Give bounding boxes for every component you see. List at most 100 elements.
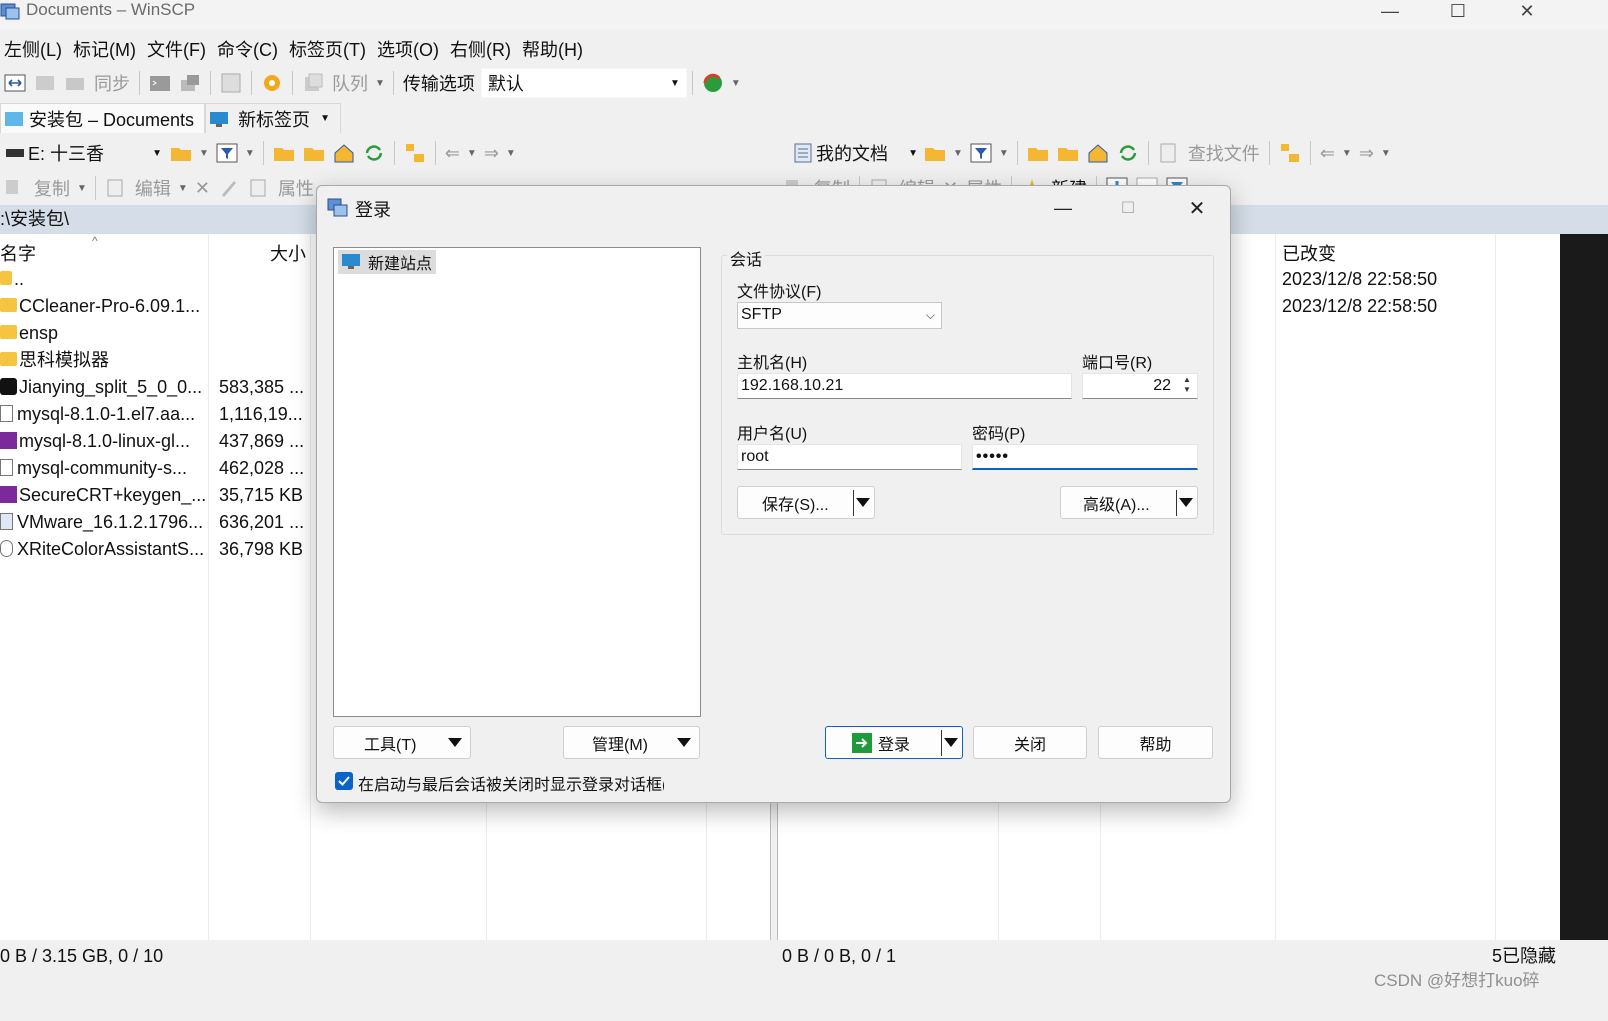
open-dropdown-icon[interactable]: ▼	[199, 148, 209, 159]
sync-globe-dropdown-icon[interactable]: ▼	[731, 78, 741, 89]
site-tree[interactable]: 新建站点	[333, 247, 701, 717]
tab-documents[interactable]: 安装包 – Documents	[0, 103, 206, 133]
transfer-options-select[interactable]: 默认 ▼	[480, 68, 687, 98]
user-field[interactable]: root	[737, 444, 962, 470]
file-row[interactable]: mysql-8.1.0-linux-gl...	[0, 428, 190, 455]
parent-dir-icon[interactable]	[1027, 142, 1049, 164]
forward-dropdown-icon[interactable]: ▼	[1381, 148, 1391, 159]
close-icon[interactable]: ✕	[1497, 0, 1557, 22]
left-properties-button[interactable]: 属性	[278, 175, 314, 201]
left-copy-button[interactable]: 复制	[34, 175, 70, 201]
back-arrow-icon[interactable]: ⇐	[445, 143, 460, 164]
file-row[interactable]: 思科模拟器	[0, 347, 109, 374]
left-drive-select[interactable]: E: 十三香 ▼	[0, 138, 166, 168]
find-files-icon[interactable]	[1158, 142, 1180, 164]
forward-arrow-icon[interactable]: ⇒	[1359, 143, 1374, 164]
close-icon[interactable]: ✕	[1167, 190, 1227, 226]
show-on-startup-checkbox[interactable]	[335, 772, 353, 790]
chevron-down-icon[interactable]	[856, 498, 870, 507]
sync-folder-icon[interactable]	[64, 72, 86, 94]
filter-dropdown-icon[interactable]: ▼	[999, 148, 1009, 159]
copy-icon[interactable]	[4, 177, 26, 199]
site-item-new[interactable]: 新建站点	[338, 250, 437, 274]
filter-icon[interactable]	[970, 142, 992, 164]
sync-button[interactable]: 同步	[94, 70, 130, 96]
root-dir-icon[interactable]	[303, 142, 325, 164]
properties-icon[interactable]	[248, 177, 270, 199]
preferences-gear-icon[interactable]	[261, 72, 283, 94]
tree-icon[interactable]	[1279, 142, 1301, 164]
tools-button[interactable]: 工具(T)	[333, 726, 471, 759]
find-files-button[interactable]: 查找文件	[1188, 140, 1260, 166]
menu-right[interactable]: 右侧(R)	[446, 36, 518, 64]
menu-mark[interactable]: 标记(M)	[69, 36, 143, 64]
delete-icon[interactable]: ✕	[195, 178, 210, 199]
queue-dropdown-icon[interactable]: ▼	[375, 78, 385, 89]
file-row[interactable]: ..	[0, 266, 24, 293]
rename-icon[interactable]	[218, 177, 240, 199]
manage-button[interactable]: 管理(M)	[563, 726, 700, 759]
close-button[interactable]: 关闭	[973, 726, 1087, 759]
back-dropdown-icon[interactable]: ▼	[467, 148, 477, 159]
edit-icon[interactable]	[105, 177, 127, 199]
show-on-startup-label[interactable]: 在启动与最后会话被关闭时显示登录对话框(S	[358, 771, 664, 795]
protocol-select[interactable]: SFTP ⌵	[737, 302, 942, 329]
parent-dir-icon[interactable]	[273, 142, 295, 164]
file-row[interactable]: mysql-community-s...	[0, 455, 187, 482]
chevron-down-icon[interactable]	[944, 738, 958, 747]
left-edit-button[interactable]: 编辑	[135, 175, 171, 201]
maximize-icon[interactable]: ☐	[1428, 0, 1488, 22]
open-dropdown-icon[interactable]: ▼	[953, 148, 963, 159]
login-button[interactable]: 登录	[825, 726, 963, 759]
menu-file[interactable]: 文件(F)	[143, 36, 213, 64]
open-folder-icon[interactable]	[924, 142, 946, 164]
maximize-icon[interactable]: ☐	[1098, 190, 1158, 226]
back-arrow-icon[interactable]: ⇐	[1320, 143, 1335, 164]
root-dir-icon[interactable]	[1057, 142, 1079, 164]
open-folder-icon[interactable]	[170, 142, 192, 164]
queue-button[interactable]: 队列	[332, 70, 368, 96]
sync-browse-icon[interactable]	[34, 72, 56, 94]
home-icon[interactable]	[1087, 142, 1109, 164]
forward-dropdown-icon[interactable]: ▼	[506, 148, 516, 159]
file-row[interactable]: SecureCRT+keygen_...	[0, 482, 206, 509]
host-field[interactable]: 192.168.10.21	[737, 373, 1072, 399]
refresh-icon[interactable]	[1117, 142, 1139, 164]
filter-icon[interactable]	[216, 142, 238, 164]
chevron-down-icon[interactable]	[1179, 498, 1193, 507]
help-button[interactable]: 帮助	[1098, 726, 1213, 759]
save-button[interactable]: 保存(S)...	[737, 486, 875, 519]
password-field[interactable]: •••••	[972, 444, 1198, 470]
file-row[interactable]: VMware_16.1.2.1796...	[0, 509, 203, 536]
console-icon[interactable]	[149, 72, 171, 94]
file-row[interactable]: mysql-8.1.0-1.el7.aa...	[0, 401, 195, 428]
refresh-queue-icon[interactable]	[220, 72, 242, 94]
minimize-icon[interactable]: —	[1360, 0, 1420, 22]
home-icon[interactable]	[333, 142, 355, 164]
back-dropdown-icon[interactable]: ▼	[1342, 148, 1352, 159]
advanced-button[interactable]: 高级(A)...	[1060, 486, 1198, 519]
file-row[interactable]: XRiteColorAssistantS...	[0, 536, 204, 563]
column-header-name[interactable]: 名字	[0, 240, 36, 266]
compare-dirs-icon[interactable]	[4, 72, 26, 94]
column-header-modified[interactable]: 已改变	[1282, 240, 1336, 266]
menu-help[interactable]: 帮助(H)	[518, 36, 590, 64]
forward-arrow-icon[interactable]: ⇒	[484, 143, 499, 164]
filter-dropdown-icon[interactable]: ▼	[245, 148, 255, 159]
file-row[interactable]: Jianying_split_5_0_0...	[0, 374, 202, 401]
tree-icon[interactable]	[404, 142, 426, 164]
sync-globe-icon[interactable]	[702, 72, 724, 94]
column-header-size[interactable]: 大小	[270, 240, 306, 266]
port-spinner-icon[interactable]: ▲ ▼	[1179, 375, 1195, 397]
queue-icon[interactable]	[302, 72, 324, 94]
minimize-icon[interactable]: —	[1033, 190, 1093, 226]
menu-left[interactable]: 左侧(L)	[0, 36, 69, 64]
edit-dropdown-icon[interactable]: ▼	[178, 183, 188, 194]
file-row[interactable]: ensp	[0, 320, 58, 347]
tab-dropdown-icon[interactable]: ▼	[320, 113, 330, 124]
copy-dropdown-icon[interactable]: ▼	[77, 183, 87, 194]
putty-icon[interactable]	[179, 72, 201, 94]
tab-new[interactable]: 新标签页 ▼	[205, 103, 341, 133]
menu-tabs[interactable]: 标签页(T)	[285, 36, 373, 64]
right-location-select[interactable]: 我的文档 ▼	[790, 138, 920, 168]
